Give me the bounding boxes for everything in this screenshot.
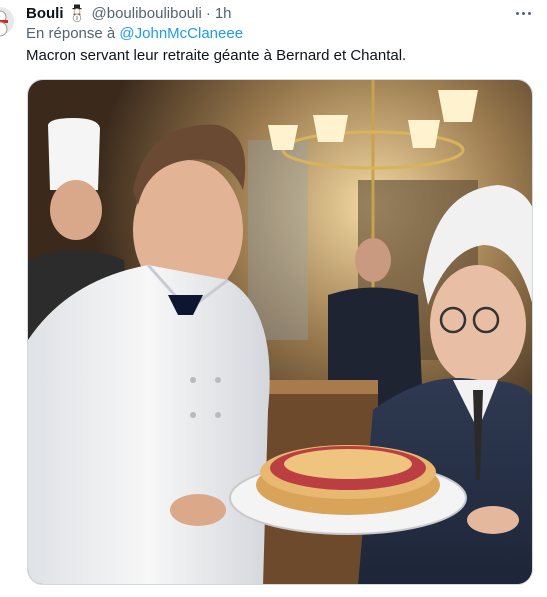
snowman-icon: [68, 4, 86, 23]
tweet-timestamp[interactable]: 1h: [215, 5, 232, 22]
tweet[interactable]: Bouli @bouliboulibouli · 1h En réponse à…: [0, 0, 547, 597]
author-handle[interactable]: @bouliboulibouli: [92, 5, 202, 22]
reply-to-link[interactable]: @JohnMcClaneee: [119, 25, 243, 42]
more-dot: [527, 11, 531, 15]
more-dot: [521, 11, 525, 15]
more-options-icon[interactable]: [513, 4, 533, 22]
separator-dot: ·: [205, 4, 211, 22]
tweet-header: Bouli @bouliboulibouli · 1h: [26, 3, 232, 23]
more-dot: [515, 11, 519, 15]
tweet-text: Macron servant leur retraite géante à Be…: [26, 47, 407, 64]
reply-prefix: En réponse à: [26, 25, 116, 42]
photo-image: [28, 80, 532, 584]
author-name[interactable]: Bouli: [26, 5, 64, 22]
tweet-photo[interactable]: [27, 79, 533, 585]
avatar[interactable]: [0, 4, 16, 38]
reply-context: En réponse à @JohnMcClaneee: [26, 25, 243, 42]
